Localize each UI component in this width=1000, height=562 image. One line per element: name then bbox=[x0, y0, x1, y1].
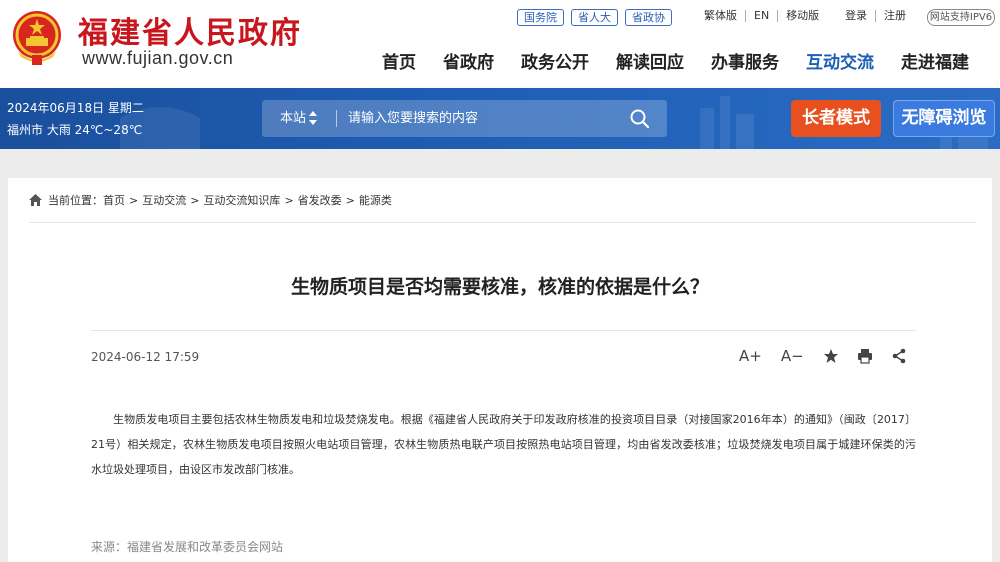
account-links: 登录 注册 bbox=[845, 10, 914, 22]
top-links: 国务院 省人大 省政协 bbox=[517, 9, 672, 26]
english-link[interactable]: EN bbox=[746, 10, 779, 22]
article-tools: A+ A− bbox=[739, 347, 907, 365]
nav-public-affairs[interactable]: 政务公开 bbox=[521, 48, 589, 73]
title-divider bbox=[91, 330, 916, 331]
utility-links: 繁体版 EN 移动版 bbox=[704, 10, 827, 22]
home-icon bbox=[29, 194, 42, 206]
publish-date: 2024-06-12 17:59 bbox=[91, 350, 200, 364]
search-box: 本站 bbox=[262, 100, 667, 137]
current-date: 2024年06月18日 星期二 bbox=[7, 101, 144, 115]
link-provincial-cppcc[interactable]: 省政协 bbox=[625, 9, 672, 26]
link-provincial-congress[interactable]: 省人大 bbox=[571, 9, 618, 26]
search-input[interactable] bbox=[348, 100, 618, 137]
share-icon[interactable] bbox=[891, 348, 907, 364]
link-state-council[interactable]: 国务院 bbox=[517, 9, 564, 26]
font-decrease-button[interactable]: A− bbox=[781, 347, 804, 365]
main-nav: 首页 省政府 政务公开 解读回应 办事服务 互动交流 走进福建 bbox=[382, 48, 969, 73]
star-icon[interactable] bbox=[823, 348, 839, 364]
mobile-version-link[interactable]: 移动版 bbox=[778, 10, 827, 22]
login-link[interactable]: 登录 bbox=[845, 10, 876, 22]
article-body: 生物质发电项目主要包括农林生物质发电和垃圾焚烧发电。根据《福建省人民政府关于印发… bbox=[91, 413, 916, 476]
search-divider bbox=[336, 110, 337, 127]
nav-home[interactable]: 首页 bbox=[382, 48, 416, 73]
site-header: 福建省人民政府 www.fujian.gov.cn 国务院 省人大 省政协 繁体… bbox=[0, 0, 1000, 88]
print-icon[interactable] bbox=[857, 348, 873, 364]
nav-about-fujian[interactable]: 走进福建 bbox=[901, 48, 969, 73]
article-card: 当前位置： 首页 > 互动交流 > 互动交流知识库 > 省发改委 > 能源类 生… bbox=[8, 178, 992, 562]
elder-mode-button[interactable]: 长者模式 bbox=[791, 100, 881, 137]
breadcrumb: 当前位置： 首页 > 互动交流 > 互动交流知识库 > 省发改委 > 能源类 bbox=[29, 192, 392, 208]
breadcrumb-separator: > bbox=[284, 193, 294, 207]
ipv6-badge: 网站支持IPV6 bbox=[927, 9, 995, 26]
search-banner: 2024年06月18日 星期二 福州市 大雨 24℃~28℃ 本站 长者模式 无… bbox=[0, 88, 1000, 149]
traditional-chinese-link[interactable]: 繁体版 bbox=[704, 10, 746, 22]
font-increase-button[interactable]: A+ bbox=[739, 347, 762, 365]
breadcrumb-divider bbox=[29, 222, 976, 223]
nav-interaction[interactable]: 互动交流 bbox=[806, 48, 874, 73]
breadcrumb-knowledge-base[interactable]: 互动交流知识库 bbox=[203, 192, 280, 208]
nav-interpretation[interactable]: 解读回应 bbox=[616, 48, 684, 73]
search-scope-select[interactable]: 本站 bbox=[280, 100, 306, 137]
breadcrumb-home[interactable]: 首页 bbox=[103, 192, 125, 208]
breadcrumb-separator: > bbox=[190, 193, 200, 207]
weather-info: 福州市 大雨 24℃~28℃ bbox=[7, 123, 143, 137]
site-title[interactable]: 福建省人民政府 bbox=[78, 8, 302, 52]
register-link[interactable]: 注册 bbox=[876, 10, 914, 22]
article-title: 生物质项目是否均需要核准，核准的依据是什么？ bbox=[290, 276, 709, 298]
breadcrumb-interaction[interactable]: 互动交流 bbox=[142, 192, 186, 208]
updown-arrow-icon[interactable] bbox=[309, 111, 317, 125]
breadcrumb-separator: > bbox=[129, 193, 139, 207]
site-url: www.fujian.gov.cn bbox=[82, 48, 234, 68]
breadcrumb-separator: > bbox=[345, 193, 355, 207]
national-emblem-logo[interactable] bbox=[8, 7, 66, 69]
breadcrumb-energy[interactable]: 能源类 bbox=[359, 192, 392, 208]
breadcrumb-prefix: 当前位置： bbox=[48, 194, 103, 207]
accessibility-button[interactable]: 无障碍浏览 bbox=[893, 100, 995, 137]
nav-government[interactable]: 省政府 bbox=[443, 48, 494, 73]
breadcrumb-drc[interactable]: 省发改委 bbox=[298, 192, 342, 208]
nav-services[interactable]: 办事服务 bbox=[711, 48, 779, 73]
search-icon[interactable] bbox=[629, 108, 651, 130]
article-source: 来源：福建省发展和改革委员会网站 bbox=[91, 540, 284, 554]
